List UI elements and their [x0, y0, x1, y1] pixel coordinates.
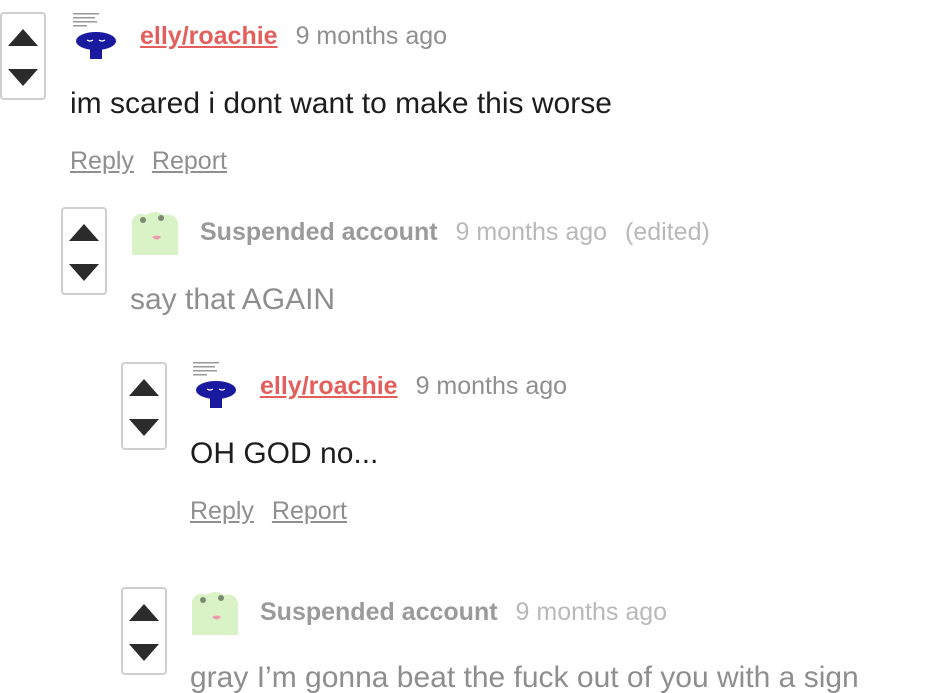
report-link[interactable]: Report: [272, 497, 347, 525]
green-frog-avatar-icon: [130, 207, 180, 257]
comment-header: elly/roachie 9 months ago: [260, 369, 567, 403]
avatar[interactable]: [70, 10, 120, 60]
avatar[interactable]: [190, 587, 240, 637]
comment-body: im scared i dont want to make this worse: [70, 87, 612, 120]
upvote-arrow-icon[interactable]: [8, 29, 38, 46]
author-name: Suspended account: [260, 598, 498, 626]
reply-link[interactable]: Reply: [190, 497, 254, 525]
avatar[interactable]: [190, 359, 240, 409]
vote-widget: [0, 12, 46, 100]
downvote-arrow-icon[interactable]: [129, 644, 159, 661]
upvote-arrow-icon[interactable]: [129, 379, 159, 396]
vote-widget: [121, 362, 167, 450]
reply-link[interactable]: Reply: [70, 147, 134, 175]
blue-blob-avatar-icon: [70, 10, 120, 60]
comment-thread: elly/roachie 9 months ago im scared i don…: [0, 0, 936, 693]
author-link[interactable]: elly/roachie: [260, 372, 398, 400]
downvote-arrow-icon[interactable]: [129, 419, 159, 436]
avatar[interactable]: [130, 207, 180, 257]
comment-actions: Reply Report: [70, 144, 245, 178]
comment-actions: Reply Report: [190, 494, 365, 528]
comment-body: gray I’m gonna beat the fuck out of you …: [190, 661, 859, 693]
timestamp: 9 months ago: [295, 22, 448, 50]
comment-header: Suspended account 9 months ago (edited): [200, 215, 710, 249]
downvote-arrow-icon[interactable]: [8, 69, 38, 86]
comment-header: Suspended account 9 months ago: [260, 595, 667, 629]
report-link[interactable]: Report: [152, 147, 227, 175]
author-name: Suspended account: [200, 218, 438, 246]
vote-widget: [61, 207, 107, 295]
blue-blob-avatar-icon: [190, 359, 240, 409]
comment-body: OH GOD no...: [190, 437, 379, 470]
timestamp: 9 months ago: [415, 372, 568, 400]
comment-header: elly/roachie 9 months ago: [140, 19, 447, 53]
downvote-arrow-icon[interactable]: [69, 264, 99, 281]
timestamp: 9 months ago: [455, 218, 608, 246]
timestamp: 9 months ago: [515, 598, 668, 626]
upvote-arrow-icon[interactable]: [69, 224, 99, 241]
upvote-arrow-icon[interactable]: [129, 604, 159, 621]
comment-body: say that AGAIN: [130, 283, 336, 316]
author-link[interactable]: elly/roachie: [140, 22, 278, 50]
edited-label: (edited): [625, 218, 710, 246]
vote-widget: [121, 587, 167, 675]
green-frog-avatar-icon: [190, 587, 240, 637]
